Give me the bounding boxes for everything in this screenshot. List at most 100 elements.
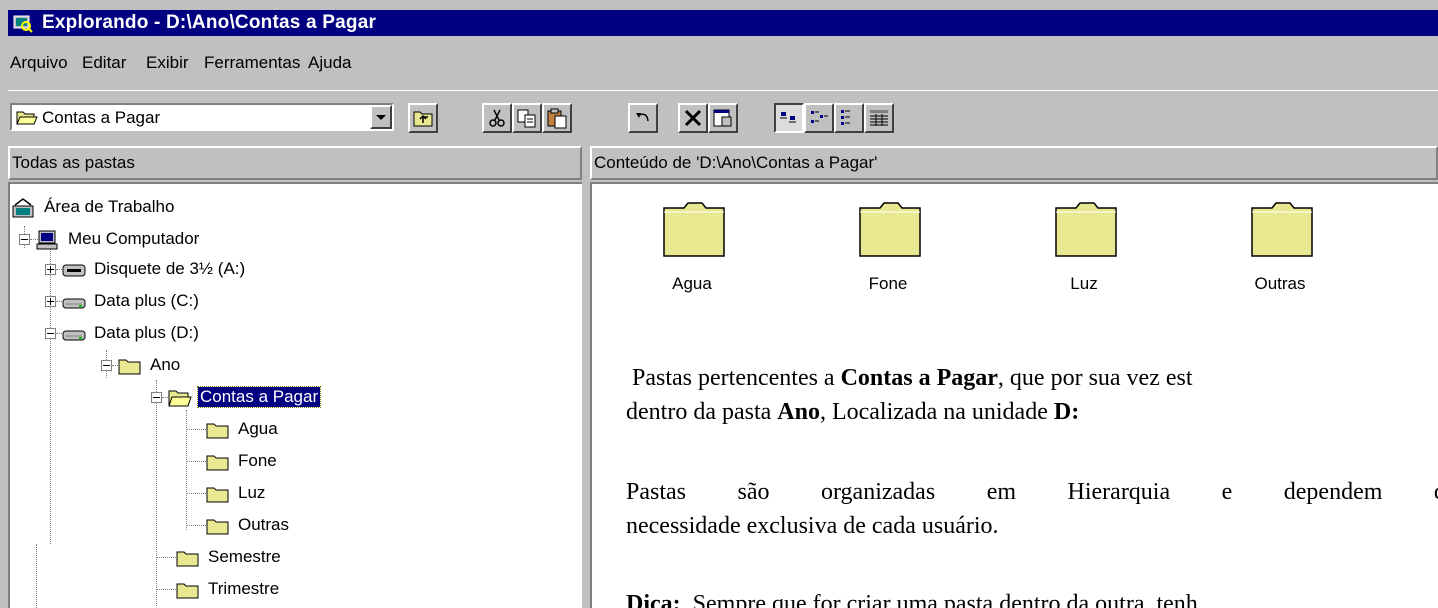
hard-drive-icon (62, 298, 86, 309)
floppy-drive-icon (62, 264, 86, 277)
folder-item-fone[interactable]: Fone (818, 200, 958, 300)
menu-arquivo[interactable]: Arquivo (10, 53, 68, 73)
desktop-icon (12, 198, 34, 218)
tree-connector (50, 248, 51, 544)
large-icons-view-icon (780, 112, 796, 123)
address-combobox[interactable]: Contas a Pagar (10, 103, 394, 131)
annotation-word: e (1221, 479, 1233, 505)
annotation-word: d (1434, 476, 1438, 508)
tree-node-label: Data plus (C:) (94, 291, 199, 310)
folder-item-label: Fone (868, 274, 908, 293)
tree-expander-ano[interactable] (101, 360, 112, 371)
menu-ajuda[interactable]: Ajuda (308, 53, 351, 73)
folder-icon (176, 583, 199, 599)
annotation-text: , Localizada na unidade (819, 399, 1054, 425)
open-folder-icon (168, 390, 192, 407)
annotation-bold: Contas a Pagar (840, 365, 998, 391)
details-view-button[interactable] (864, 103, 894, 133)
large-icons-view-button[interactable] (774, 103, 804, 133)
list-view-button[interactable] (834, 103, 864, 133)
tree-node-label: Agua (238, 419, 278, 438)
menu-exibir[interactable]: Exibir (146, 53, 189, 73)
tree-node-label: Data plus (D:) (94, 323, 199, 342)
annotation-word: Hierarquia (1067, 479, 1171, 505)
paste-icon (547, 108, 567, 129)
annotation-line-4: necessidade exclusiva de cada usuário. (626, 513, 999, 539)
folder-tree[interactable]: Área de Trabalho Meu Computador Disquete… (8, 182, 582, 608)
toolbar: Contas a Pagar (8, 90, 1438, 141)
tree-node-label: Contas a Pagar (196, 386, 322, 408)
computer-icon (36, 230, 58, 250)
annotation-text: Sempre que for criar uma pasta dentro da… (680, 591, 1198, 608)
content-pane-header: Conteúdo de 'D:\Ano\Contas a Pagar' (590, 146, 1438, 180)
folder-icon (663, 202, 725, 257)
folder-item-label: Outras (1254, 274, 1306, 293)
tree-connector (186, 493, 206, 494)
small-icons-view-icon (811, 111, 828, 123)
tree-node-label: Luz (238, 483, 266, 502)
open-folder-icon (16, 111, 38, 125)
properties-button[interactable] (708, 103, 738, 133)
tree-node-label: Meu Computador (68, 229, 200, 248)
annotation-line-5: Dica: Sempre que for criar uma pasta den… (626, 588, 1198, 608)
annotation-word: organizadas (821, 479, 936, 505)
tree-expander-contas-a-pagar[interactable] (151, 392, 162, 403)
address-dropdown-button[interactable] (370, 105, 392, 129)
annotation-word: são (737, 479, 770, 505)
tree-expander-meu-computador[interactable] (19, 234, 30, 245)
paste-button[interactable] (542, 103, 572, 133)
hard-drive-icon (62, 330, 86, 341)
undo-button[interactable] (628, 103, 658, 133)
annotation-text: , que por sua vez est (997, 365, 1193, 391)
address-value: Contas a Pagar (42, 108, 161, 127)
folder-icon (176, 551, 199, 567)
up-one-level-button[interactable] (408, 103, 438, 133)
folder-icon (859, 202, 921, 257)
delete-button[interactable] (678, 103, 708, 133)
tree-connector (186, 429, 206, 430)
menu-ferramentas[interactable]: Ferramentas (204, 53, 300, 73)
folder-contents[interactable]: Agua Fone Luz Outras Pastas pertencentes… (590, 182, 1438, 608)
tree-node-label: Semestre (208, 547, 281, 566)
folder-item-agua[interactable]: Agua (622, 200, 762, 300)
folder-icon (1251, 202, 1313, 257)
menu-editar[interactable]: Editar (82, 53, 126, 73)
copy-button[interactable] (512, 103, 542, 133)
tree-connector (156, 380, 157, 606)
tree-connector (36, 544, 37, 608)
folder-item-outras[interactable]: Outras (1210, 200, 1350, 300)
annotation-word: em (986, 479, 1017, 505)
title-bar[interactable]: Explorando - D:\Ano\Contas a Pagar (8, 10, 1438, 36)
small-icons-view-button[interactable] (804, 103, 834, 133)
folder-icon (206, 519, 229, 535)
tree-expander-d-drive[interactable] (45, 328, 56, 339)
folder-icon (206, 455, 229, 471)
tree-connector (156, 589, 176, 590)
folder-item-label: Agua (672, 274, 712, 293)
tree-node-label: Trimestre (208, 579, 280, 598)
annotation-word: Pastas (626, 479, 686, 505)
tree-pane-header: Todas as pastas (8, 146, 582, 180)
tree-node-label: Área de Trabalho (44, 197, 175, 216)
window-title: Explorando - D:\Ano\Contas a Pagar (42, 12, 377, 33)
tree-expander-c-drive[interactable] (45, 296, 56, 307)
details-view-icon (870, 110, 888, 126)
cut-icon (489, 109, 505, 127)
tree-connector (186, 461, 206, 462)
folder-icon (206, 423, 229, 439)
tree-node-label: Outras (238, 515, 290, 534)
properties-icon (713, 109, 732, 127)
folder-item-luz[interactable]: Luz (1014, 200, 1154, 300)
list-view-icon (841, 110, 850, 125)
annotation-word: dependem (1283, 479, 1383, 505)
tree-connector (156, 557, 176, 558)
cut-button[interactable] (482, 103, 512, 133)
annotation-line-2: dentro da pasta Ano, Localizada na unida… (626, 396, 1079, 428)
explorer-app-icon (13, 15, 33, 33)
tree-expander-disquete[interactable] (45, 264, 56, 275)
folder-icon (1055, 202, 1117, 257)
chevron-down-icon (376, 115, 386, 120)
annotation-text: dentro da pasta (626, 399, 778, 425)
up-folder-icon (413, 111, 433, 127)
annotation-line-1: Pastas pertencentes a Contas a Pagar, qu… (632, 362, 1193, 394)
